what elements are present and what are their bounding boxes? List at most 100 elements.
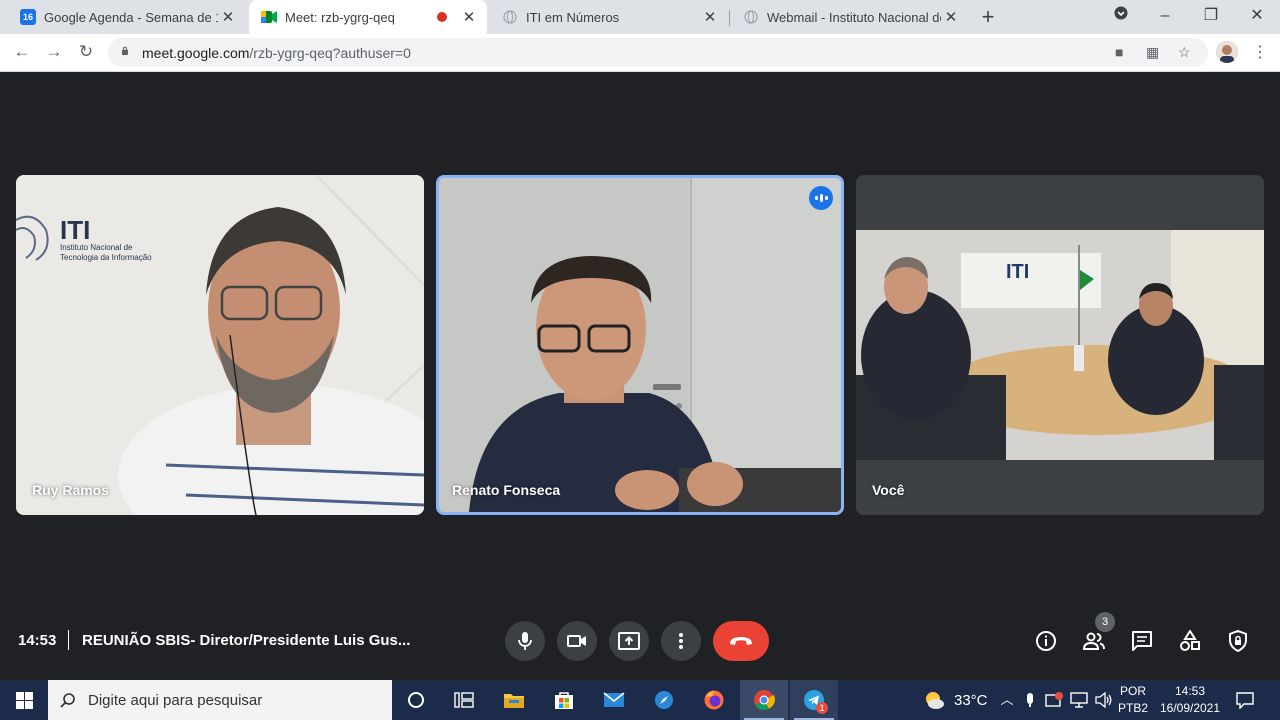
tray-expand-icon[interactable]: ︿ — [999, 680, 1015, 720]
host-controls-button[interactable] — [1225, 628, 1251, 654]
microphone-icon — [518, 632, 532, 650]
video-feed — [439, 178, 841, 512]
profile-avatar[interactable] — [1216, 41, 1238, 63]
back-button[interactable]: ← — [12, 42, 32, 62]
tab-meet[interactable]: Meet: rzb-ygrg-qeq ✕ — [249, 0, 487, 34]
input-language-indicator[interactable]: POR PTB2 — [1118, 683, 1148, 717]
calendar-icon: 16 — [20, 9, 36, 25]
participant-tile-self[interactable]: ITI Você — [856, 175, 1264, 515]
sun-cloud-icon — [926, 692, 944, 709]
network-icon[interactable] — [1045, 680, 1063, 720]
url-text: meet.google.com/rzb-ygrg-qeq?authuser=0 — [142, 45, 411, 61]
monitor-icon[interactable] — [1070, 680, 1088, 720]
present-screen-button[interactable] — [609, 621, 649, 661]
start-button[interactable] — [0, 680, 48, 720]
iti-logo: ITI Instituto Nacional de Tecnologia da … — [60, 215, 152, 262]
windows-logo-icon — [15, 691, 33, 709]
close-window-button[interactable]: ✕ — [1234, 0, 1280, 34]
chrome-button[interactable] — [740, 680, 788, 720]
speaking-indicator-icon — [809, 186, 833, 210]
search-icon — [60, 693, 75, 708]
more-options-button[interactable] — [661, 621, 701, 661]
camera-in-use-icon[interactable]: ■ — [1115, 44, 1123, 60]
reload-button[interactable]: ↻ — [76, 42, 96, 62]
participant-name: Ruy Ramos — [32, 482, 110, 498]
participant-name: Renato Fonseca — [452, 482, 561, 498]
address-bar[interactable]: meet.google.com/rzb-ygrg-qeq?authuser=0 … — [108, 38, 1208, 67]
meeting-details-button[interactable] — [1033, 628, 1059, 654]
language-code: POR — [1120, 684, 1147, 698]
compass-icon — [655, 691, 673, 709]
meeting-clock: 14:53 — [18, 632, 57, 649]
chat-button[interactable] — [1129, 628, 1155, 654]
iti-sign-text: ITI — [1006, 261, 1030, 283]
microsoft-store-button[interactable] — [540, 680, 588, 720]
bottom-bar-divider — [68, 630, 69, 650]
telegram-button[interactable]: 1 — [790, 680, 838, 720]
browser-tab-strip: 16 Google Agenda - Semana de 12 d ✕ Meet… — [0, 0, 1280, 34]
microphone-button[interactable] — [505, 621, 545, 661]
tab-search-icon[interactable] — [1098, 0, 1144, 34]
cortana-icon — [408, 692, 424, 708]
tab-title: Google Agenda - Semana de 12 d — [44, 9, 218, 25]
system-date: 16/09/2021 — [1159, 701, 1221, 715]
video-camera-icon — [567, 635, 586, 647]
more-vert-icon — [679, 633, 683, 649]
close-tab-icon[interactable]: ✕ — [941, 8, 961, 26]
task-view-icon — [454, 692, 474, 708]
chrome-menu-icon[interactable]: ⋮ — [1252, 42, 1268, 62]
minimize-button[interactable]: – — [1142, 0, 1188, 34]
mail-icon — [603, 692, 625, 707]
system-time: 14:53 — [1174, 684, 1206, 698]
pen-icon[interactable] — [1024, 680, 1036, 720]
camera-button[interactable] — [557, 621, 597, 661]
safari-like-button[interactable] — [640, 680, 688, 720]
firefox-button[interactable] — [690, 680, 738, 720]
shield-lock-icon — [1229, 630, 1247, 652]
present-screen-icon — [618, 632, 640, 650]
system-clock[interactable]: 14:53 16/09/2021 — [1150, 683, 1230, 717]
activities-button[interactable] — [1177, 628, 1203, 654]
temperature-text: 33°C — [954, 692, 988, 709]
recording-icon — [437, 12, 447, 22]
participants-count-badge: 3 — [1095, 612, 1115, 632]
hang-up-icon — [730, 637, 752, 645]
tab-title: Meet: rzb-ygrg-qeq — [285, 9, 395, 25]
info-icon — [1036, 631, 1056, 651]
tab-iti-numeros[interactable]: ITI em Números ✕ — [490, 0, 728, 34]
search-placeholder: Digite aqui para pesquisar — [88, 692, 263, 709]
cortana-button[interactable] — [392, 680, 440, 720]
close-tab-icon[interactable]: ✕ — [218, 8, 238, 26]
participant-tile-renato[interactable]: Renato Fonseca — [436, 175, 844, 515]
participant-tile-ruy[interactable]: ITI Instituto Nacional de Tecnologia da … — [16, 175, 424, 515]
people-icon — [1082, 632, 1105, 650]
keyboard-layout: PTB2 — [1118, 701, 1149, 715]
close-tab-icon[interactable]: ✕ — [700, 8, 720, 26]
chrome-icon — [754, 690, 775, 710]
volume-icon[interactable] — [1095, 680, 1113, 720]
tab-google-agenda[interactable]: 16 Google Agenda - Semana de 12 d ✕ — [8, 0, 246, 34]
browser-toolbar: ← → ↻ meet.google.com/rzb-ygrg-qeq?authu… — [0, 34, 1280, 72]
lock-icon — [122, 46, 128, 55]
tab-title: ITI em Números — [526, 9, 620, 25]
participant-name: Você — [872, 482, 905, 498]
folder-icon — [504, 694, 524, 708]
leave-call-button[interactable] — [713, 621, 769, 661]
store-icon — [555, 692, 573, 709]
qr-code-icon[interactable]: ▦ — [1146, 44, 1159, 61]
task-view-button[interactable] — [440, 680, 488, 720]
new-tab-button[interactable]: + — [976, 4, 1000, 30]
restore-button[interactable]: ❐ — [1188, 0, 1234, 34]
close-tab-icon[interactable]: ✕ — [459, 8, 479, 26]
taskbar-search-box[interactable]: Digite aqui para pesquisar — [48, 680, 392, 720]
tab-webmail[interactable]: Webmail - Instituto Nacional de T ✕ — [731, 0, 969, 34]
mail-button[interactable] — [590, 680, 638, 720]
notifications-icon[interactable] — [1236, 680, 1254, 720]
globe-icon — [502, 9, 518, 25]
forward-button[interactable]: → — [44, 42, 64, 62]
meeting-title: REUNIÃO SBIS- Diretor/Presidente Luis Gu… — [82, 632, 411, 649]
telegram-unread-badge: 1 — [816, 702, 828, 714]
bookmark-star-icon[interactable]: ☆ — [1178, 44, 1191, 61]
file-explorer-button[interactable] — [490, 680, 538, 720]
video-feed — [856, 175, 1264, 515]
